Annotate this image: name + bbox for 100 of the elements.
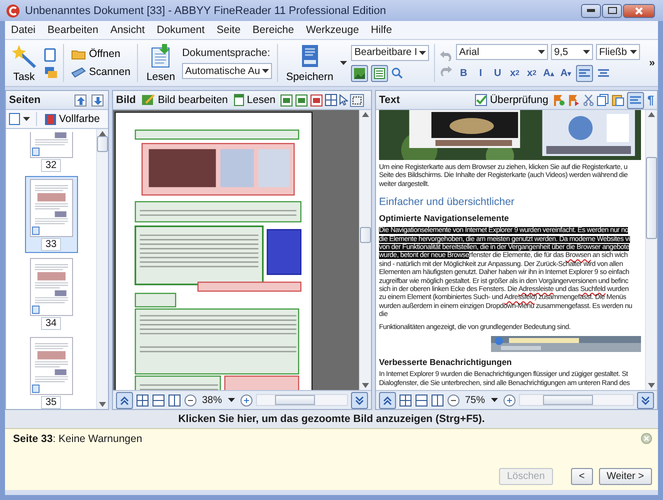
page-down-button[interactable]	[351, 392, 368, 408]
scroll-down-arrow-icon[interactable]	[648, 383, 655, 388]
panel-title: Bild	[116, 94, 136, 106]
scroll-down-arrow-icon[interactable]	[362, 383, 369, 388]
fit-page-icon[interactable]	[399, 394, 412, 406]
zoom-in-icon[interactable]	[240, 394, 254, 406]
copy-icon[interactable]	[597, 94, 610, 106]
text-view-button[interactable]	[371, 64, 388, 82]
magnifier-icon[interactable]	[391, 67, 404, 79]
page-up-button[interactable]	[379, 392, 396, 408]
image-view-button[interactable]	[351, 64, 368, 82]
grid-icon[interactable]	[324, 94, 337, 106]
formatting-marks-button[interactable]: ¶	[647, 93, 654, 107]
flag-icon[interactable]	[568, 94, 580, 106]
next-button[interactable]: Weiter >	[598, 468, 652, 485]
language-label: Dokumentsprache:	[182, 47, 272, 59]
color-mode-icon	[45, 114, 56, 124]
vertical-scrollbar[interactable]	[96, 129, 108, 409]
text-page-icon	[374, 68, 386, 78]
page-number: 34	[41, 317, 61, 330]
task-button[interactable]: Task	[8, 42, 40, 84]
more-button[interactable]: »	[649, 57, 655, 69]
caret-icon[interactable]	[340, 61, 348, 65]
zoom-out-icon[interactable]	[447, 394, 460, 406]
page-item[interactable]: 35	[24, 334, 78, 409]
scroll-thumb[interactable]	[97, 136, 108, 152]
format-button[interactable]: U	[490, 66, 506, 81]
scroll-thumb[interactable]	[360, 227, 371, 243]
scroll-up-arrow-icon[interactable]	[99, 131, 106, 136]
panel-title: Seiten	[9, 94, 41, 106]
text-area-icon[interactable]	[280, 94, 293, 106]
minimize-button[interactable]	[581, 4, 601, 18]
picture-area-icon[interactable]	[294, 94, 308, 106]
menu-item[interactable]: Ansicht	[104, 24, 151, 36]
page-thumbnail	[30, 337, 72, 395]
menu-item[interactable]: Bearbeiten	[42, 24, 104, 36]
flag-icon[interactable]	[553, 94, 566, 106]
read-area-button[interactable]: Lesen	[232, 93, 278, 107]
edit-image-button[interactable]: Bild bearbeiten	[140, 93, 230, 107]
menu-item[interactable]: Hilfe	[364, 24, 398, 36]
verify-button[interactable]: Überprüfung	[472, 93, 550, 107]
page-down-button[interactable]	[637, 392, 654, 408]
close-button[interactable]	[623, 4, 655, 18]
zoom-dropdown[interactable]: 75%	[463, 392, 500, 408]
table-area-icon[interactable]	[310, 94, 323, 106]
fit-width-icon[interactable]	[415, 394, 428, 406]
menu-item[interactable]: Werkzeuge	[300, 24, 365, 36]
caret-icon	[419, 50, 426, 54]
scan-button[interactable]: Scannen	[69, 65, 132, 79]
menu-item[interactable]: Seite	[210, 24, 247, 36]
save-button[interactable]: Speichern	[283, 42, 336, 84]
zoom-in-icon[interactable]	[503, 394, 516, 406]
align-left-button[interactable]	[576, 65, 593, 82]
page-view-icon[interactable]	[9, 113, 20, 125]
menu-item[interactable]: Dokument	[150, 24, 211, 36]
selection-icon[interactable]	[350, 94, 364, 106]
fit-height-icon[interactable]	[431, 394, 444, 406]
align-left-icon	[578, 69, 590, 78]
previous-button[interactable]: <	[570, 468, 593, 485]
language-dropdown[interactable]: Automatische Au	[182, 63, 272, 79]
font-size-dropdown[interactable]: 9,5	[551, 44, 594, 60]
menu-item[interactable]: Bereiche	[246, 24, 300, 36]
new-page-icon[interactable]	[44, 48, 56, 62]
folders-icon[interactable]	[44, 66, 58, 78]
format-button[interactable]: x$^{2}$	[507, 66, 522, 81]
vertical-scrollbar[interactable]	[645, 110, 657, 390]
pointer-icon[interactable]	[338, 94, 348, 106]
scroll-up-arrow-icon[interactable]	[648, 112, 655, 117]
fit-page-icon[interactable]	[136, 394, 149, 406]
read-button[interactable]: Lesen	[143, 42, 178, 84]
scissors-icon[interactable]	[583, 94, 594, 106]
horizontal-scrollbar[interactable]	[256, 394, 348, 406]
page-down-icon[interactable]	[91, 94, 105, 106]
page-item[interactable]: 33	[24, 176, 78, 253]
format-dropdown[interactable]: Bearbeitbare I	[351, 44, 430, 60]
format-button[interactable]: I	[473, 66, 488, 81]
subheading: Optimierte Navigationselemente	[379, 213, 510, 224]
horizontal-scrollbar[interactable]	[519, 394, 634, 406]
panel-title: Text	[379, 94, 400, 106]
scroll-up-arrow-icon[interactable]	[362, 112, 369, 117]
paste-icon[interactable]	[612, 94, 624, 106]
page-thumbnail	[30, 179, 72, 237]
style-dropdown[interactable]: Fließb	[596, 44, 640, 60]
menu-item[interactable]: Datei	[5, 24, 42, 36]
zoom-dropdown[interactable]: 38%	[200, 392, 238, 408]
page-up-icon[interactable]	[74, 94, 88, 106]
font-dropdown[interactable]: Arial	[456, 44, 548, 60]
fit-width-icon[interactable]	[152, 394, 165, 406]
vertical-scrollbar[interactable]	[359, 110, 371, 390]
open-button[interactable]: Öffnen	[69, 47, 132, 61]
format-button[interactable]: B	[456, 66, 472, 81]
page-item[interactable]: 34	[24, 255, 78, 332]
page-item[interactable]: 32	[24, 129, 78, 174]
scroll-down-arrow-icon[interactable]	[99, 402, 106, 407]
text-wrap-button[interactable]	[627, 92, 644, 108]
page-up-button[interactable]	[116, 392, 133, 408]
fit-height-icon[interactable]	[168, 394, 181, 406]
scroll-thumb[interactable]	[646, 157, 657, 239]
zoom-out-icon[interactable]	[184, 394, 197, 406]
maximize-button[interactable]	[602, 4, 622, 18]
